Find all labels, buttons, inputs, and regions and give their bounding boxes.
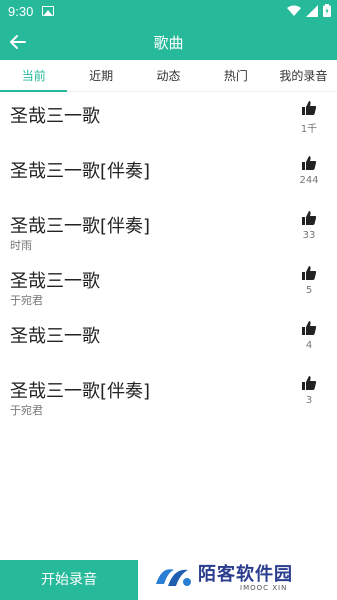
list-item[interactable]: 圣哉三一歌[伴奏] 时雨 33 (0, 202, 337, 257)
watermark-subtext: IMOOC XIN (240, 584, 288, 592)
song-title: 圣哉三一歌[伴奏] (10, 216, 151, 237)
like-button[interactable]: 33 (295, 210, 323, 241)
song-title: 圣哉三一歌[伴奏] (10, 161, 151, 182)
watermark-logo-icon (156, 569, 191, 586)
thumbs-up-icon (302, 376, 317, 390)
thumbs-up-icon (302, 101, 317, 115)
thumbs-up-icon (302, 156, 317, 170)
list-item[interactable]: 圣哉三一歌[伴奏] 于宛君 3 (0, 367, 337, 422)
tab-recent[interactable]: 近期 (67, 60, 134, 91)
song-artist: 时雨 (10, 239, 32, 252)
list-item[interactable]: 圣哉三一歌[伴奏] 244 (0, 147, 337, 202)
like-count: 5 (305, 285, 313, 296)
song-title: 圣哉三一歌 (10, 326, 100, 347)
song-artist: 于宛君 (10, 294, 43, 307)
like-button[interactable]: 5 (295, 265, 323, 296)
tab-activity[interactable]: 动态 (135, 60, 202, 91)
like-button[interactable]: 3 (295, 375, 323, 406)
image-notification-icon (42, 6, 54, 16)
tab-current[interactable]: 当前 (0, 60, 68, 92)
like-count: 1千 (300, 124, 318, 135)
watermark-text: 陌客软件园 (198, 564, 293, 585)
song-title: 圣哉三一歌 (10, 271, 100, 292)
list-item[interactable]: 圣哉三一歌 1千 (0, 92, 337, 147)
tab-my-recordings[interactable]: 我的录音 (270, 60, 337, 91)
list-item[interactable]: 圣哉三一歌 4 (0, 312, 337, 367)
watermark: 陌客软件园 IMOOC XIN (150, 558, 337, 600)
like-count: 4 (305, 340, 313, 351)
like-button[interactable]: 4 (295, 320, 323, 351)
song-list: 圣哉三一歌 1千 圣哉三一歌[伴奏] 244 圣哉三一歌[伴奏] 时雨 33 圣… (0, 92, 337, 422)
tab-bar: 当前 近期 动态 热门 我的录音 (0, 60, 337, 92)
like-button[interactable]: 244 (295, 155, 323, 186)
like-button[interactable]: 1千 (295, 100, 323, 135)
thumbs-up-icon (302, 211, 317, 225)
signal-icon (306, 4, 318, 17)
app-bar: 歌曲 (0, 24, 337, 60)
status-time: 9:30 (8, 4, 34, 19)
song-artist: 于宛君 (10, 404, 43, 417)
tab-popular[interactable]: 热门 (202, 60, 269, 91)
song-title: 圣哉三一歌 (10, 106, 100, 127)
thumbs-up-icon (302, 266, 317, 280)
like-count: 3 (305, 395, 313, 406)
list-item[interactable]: 圣哉三一歌 于宛君 5 (0, 257, 337, 312)
like-count: 244 (299, 175, 319, 186)
status-icons (287, 4, 331, 17)
wifi-icon (287, 5, 301, 16)
start-recording-button[interactable]: 开始录音 (0, 560, 138, 600)
battery-icon (323, 4, 331, 17)
song-title: 圣哉三一歌[伴奏] (10, 381, 151, 402)
status-bar: 9:30 (0, 0, 337, 24)
page-title: 歌曲 (153, 34, 184, 52)
like-count: 33 (302, 230, 316, 241)
thumbs-up-icon (302, 321, 317, 335)
